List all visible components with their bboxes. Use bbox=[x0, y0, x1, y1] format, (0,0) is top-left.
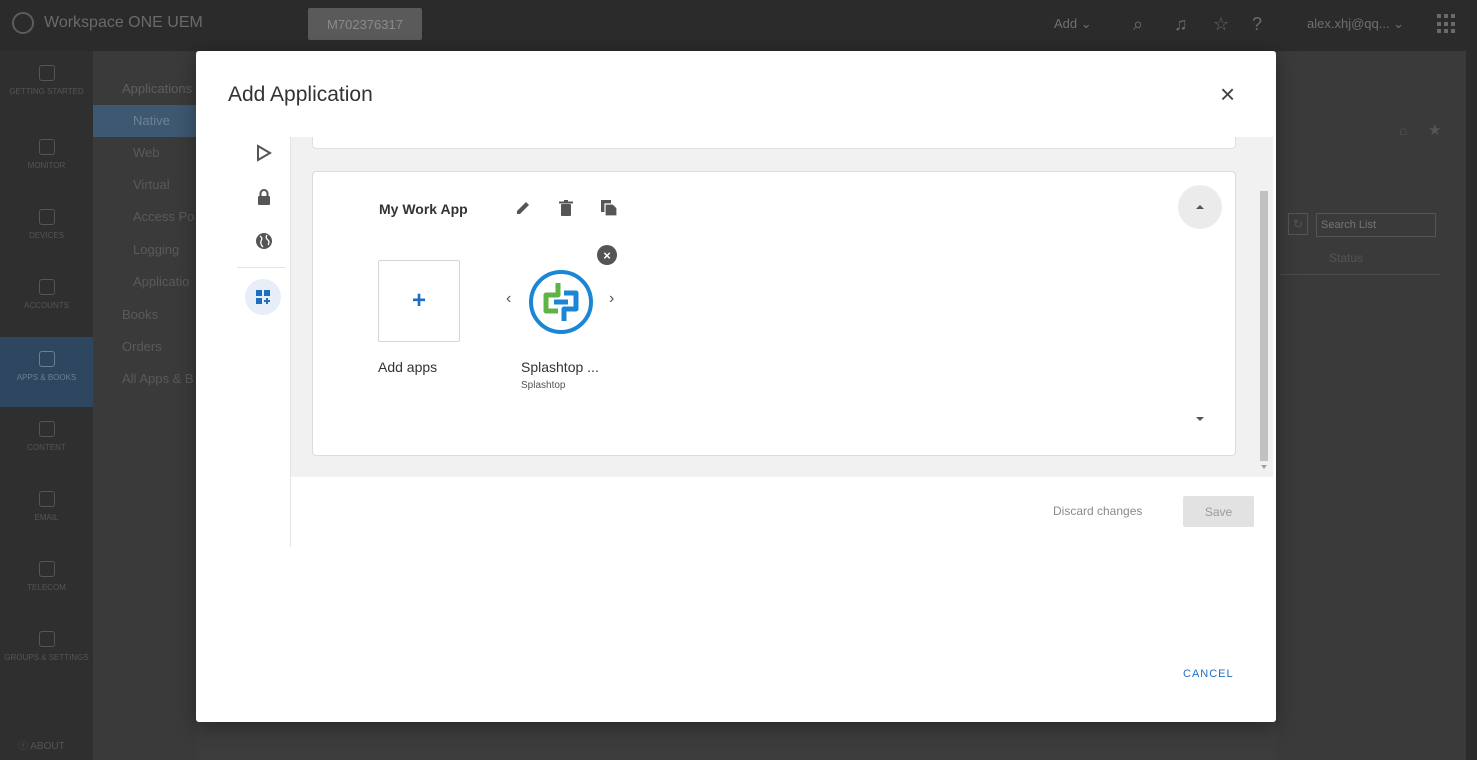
nav-label: EMAIL bbox=[34, 513, 59, 522]
chevron-right-icon[interactable]: › bbox=[609, 290, 614, 308]
nav-label: DEVICES bbox=[28, 231, 65, 240]
content-area: My Work App + Add apps ‹ × › Splashtop .… bbox=[291, 137, 1273, 477]
previous-card bbox=[312, 137, 1236, 149]
brand-logo[interactable]: Workspace ONE UEM bbox=[12, 12, 203, 34]
nav-label: CONTENT bbox=[27, 443, 66, 452]
rail-divider bbox=[237, 267, 286, 268]
side-rail bbox=[237, 137, 290, 547]
subnav-logging[interactable]: Logging bbox=[93, 234, 197, 266]
close-icon[interactable]: × bbox=[1220, 81, 1235, 107]
phone-icon bbox=[38, 561, 55, 577]
favorite-icon[interactable]: ★ bbox=[1428, 121, 1441, 139]
add-widget-icon[interactable] bbox=[245, 279, 281, 315]
bell-icon[interactable]: ♫ bbox=[1174, 14, 1188, 35]
brand-name: Workspace ONE UEM bbox=[44, 14, 203, 31]
nav-groups-settings[interactable]: GROUPS & SETTINGS bbox=[0, 617, 93, 687]
chevron-left-icon[interactable]: ‹ bbox=[506, 290, 511, 308]
workspace-one-icon bbox=[12, 12, 34, 34]
document-icon bbox=[38, 421, 55, 437]
divider bbox=[1280, 274, 1440, 275]
save-button[interactable]: Save bbox=[1183, 496, 1254, 527]
add-menu[interactable]: Add ⌄ bbox=[1054, 16, 1092, 32]
card-title: My Work App bbox=[379, 201, 468, 217]
scroll-down-arrow-icon[interactable] bbox=[1261, 465, 1267, 469]
users-icon bbox=[38, 279, 55, 295]
add-apps-label: Add apps bbox=[378, 359, 438, 375]
discard-changes-link[interactable]: Discard changes bbox=[1053, 504, 1142, 518]
nav-label: MONITOR bbox=[27, 161, 66, 170]
remove-app-icon[interactable]: × bbox=[597, 245, 617, 265]
collapse-button[interactable] bbox=[1178, 185, 1222, 229]
top-bar: Workspace ONE UEM M702376317 Add ⌄ ⌕ ♫ ☆… bbox=[0, 0, 1477, 51]
about-link[interactable]: ⓘ ABOUT bbox=[18, 737, 65, 752]
add-apps-button[interactable]: + bbox=[378, 260, 460, 342]
nav-content[interactable]: CONTENT bbox=[0, 407, 93, 477]
copy-icon[interactable] bbox=[598, 197, 620, 219]
app-group-card: My Work App + Add apps ‹ × › Splashtop .… bbox=[312, 171, 1236, 456]
subnav-all-apps-books[interactable]: All Apps & B bbox=[93, 363, 197, 395]
scrollbar-thumb[interactable] bbox=[1260, 191, 1268, 461]
refresh-icon[interactable]: ↻ bbox=[1288, 213, 1308, 235]
caret-up-icon bbox=[1196, 205, 1204, 209]
about-label: ABOUT bbox=[30, 741, 65, 752]
clipboard-icon bbox=[38, 65, 55, 81]
nav-monitor[interactable]: MONITOR bbox=[0, 125, 93, 195]
subnav-web[interactable]: Web bbox=[93, 137, 197, 169]
background-content bbox=[1276, 51, 1477, 760]
add-application-modal: Add Application × My Work App + Add apps… bbox=[196, 51, 1276, 722]
google-play-icon[interactable] bbox=[252, 141, 276, 165]
subnav-native[interactable]: Native bbox=[93, 105, 197, 137]
subnav-access-policies[interactable]: Access Po bbox=[93, 201, 197, 233]
app-name: Splashtop ... bbox=[521, 359, 599, 375]
gear-icon bbox=[38, 631, 55, 647]
app-launcher-icon[interactable] bbox=[1437, 14, 1457, 34]
organization-selector[interactable]: M702376317 bbox=[308, 8, 422, 40]
nav-label: GROUPS & SETTINGS bbox=[4, 653, 89, 662]
splashtop-app-icon[interactable] bbox=[528, 269, 594, 335]
monitor-icon bbox=[38, 139, 55, 155]
subnav-application-settings[interactable]: Applicatio bbox=[93, 266, 197, 298]
nav-label: TELECOM bbox=[27, 583, 66, 592]
cancel-button[interactable]: CANCEL bbox=[1183, 668, 1234, 680]
modal-title: Add Application bbox=[228, 83, 373, 106]
edit-icon[interactable] bbox=[512, 197, 534, 219]
nav-getting-started[interactable]: GETTING STARTED bbox=[0, 51, 93, 121]
nav-apps-books[interactable]: APPS & BOOKS bbox=[0, 337, 93, 407]
nav-label: ACCOUNTS bbox=[24, 301, 69, 310]
nav-label: GETTING STARTED bbox=[9, 87, 84, 96]
nav-email[interactable]: EMAIL bbox=[0, 477, 93, 547]
search-icon[interactable]: ⌕ bbox=[1133, 14, 1143, 35]
left-navigation: GETTING STARTED MONITOR DEVICES ACCOUNTS… bbox=[0, 51, 93, 760]
lock-icon[interactable] bbox=[252, 185, 276, 209]
mail-icon bbox=[38, 491, 55, 507]
page-scrollbar[interactable] bbox=[1466, 51, 1477, 760]
search-list-input[interactable] bbox=[1316, 213, 1436, 237]
delete-icon[interactable] bbox=[555, 197, 577, 219]
apps-icon bbox=[38, 351, 55, 367]
app-vendor: Splashtop bbox=[521, 380, 566, 391]
subnav-virtual[interactable]: Virtual bbox=[93, 169, 197, 201]
nav-label: APPS & BOOKS bbox=[16, 373, 77, 382]
plus-icon: + bbox=[411, 287, 426, 314]
nav-telecom[interactable]: TELECOM bbox=[0, 547, 93, 617]
globe-icon[interactable] bbox=[252, 229, 276, 253]
subnav-orders[interactable]: Orders bbox=[93, 331, 197, 363]
device-icon bbox=[38, 209, 55, 225]
user-menu[interactable]: alex.xhj@qq... ⌄ bbox=[1307, 16, 1404, 32]
help-icon[interactable]: ? bbox=[1252, 14, 1262, 35]
home-icon[interactable]: ⌂ bbox=[1399, 122, 1407, 138]
content-scrollbar[interactable] bbox=[1259, 139, 1269, 475]
sub-navigation: Applications Native Web Virtual Access P… bbox=[93, 51, 197, 760]
subnav-books[interactable]: Books bbox=[93, 299, 197, 331]
star-icon[interactable]: ☆ bbox=[1213, 14, 1229, 35]
nav-devices[interactable]: DEVICES bbox=[0, 195, 93, 265]
status-column-header: Status bbox=[1329, 251, 1364, 265]
subnav-applications[interactable]: Applications bbox=[93, 73, 197, 105]
caret-down-icon[interactable] bbox=[1196, 417, 1204, 421]
nav-accounts[interactable]: ACCOUNTS bbox=[0, 265, 93, 335]
